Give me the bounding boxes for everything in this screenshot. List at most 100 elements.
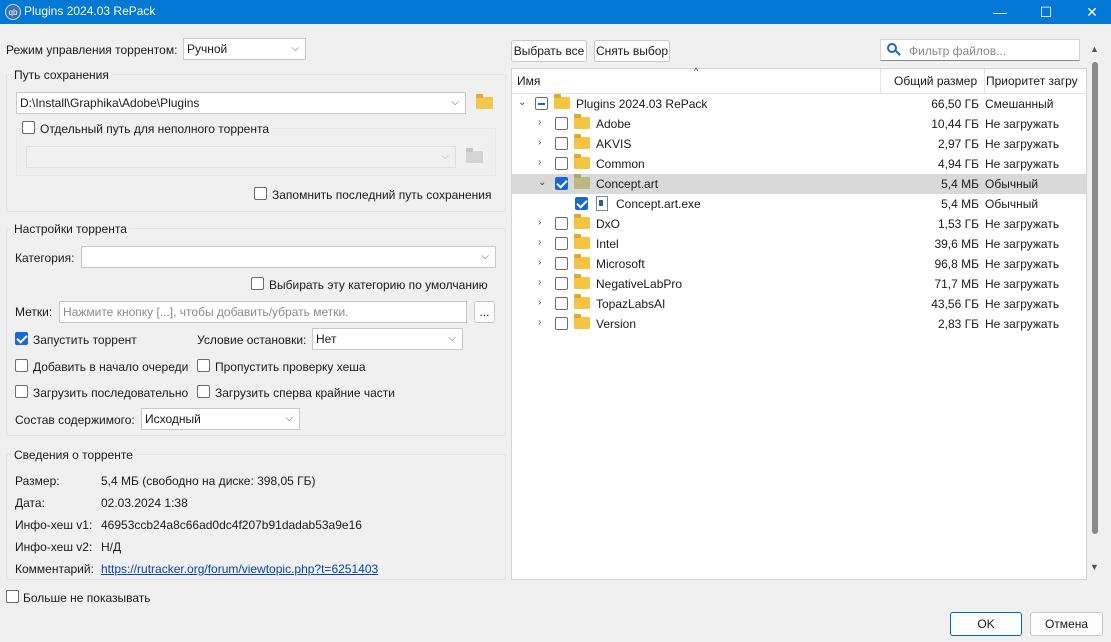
skip-hash-checkbox[interactable] bbox=[197, 359, 210, 372]
scrollbar-thumb[interactable] bbox=[1092, 62, 1098, 534]
remember-path-label: Запомнить последний путь сохранения bbox=[272, 188, 492, 202]
tags-edit-button[interactable]: ... bbox=[474, 301, 495, 323]
row-checkbox[interactable] bbox=[555, 257, 568, 270]
category-select[interactable]: ⌵ bbox=[81, 246, 496, 268]
cancel-button[interactable]: Отмена bbox=[1030, 612, 1103, 636]
save-path-input[interactable]: D:\Install\Graphika\Adobe\Plugins ⌵ bbox=[16, 92, 466, 114]
file-tree[interactable]: Имя ^ Общий размер Приоритет загру ⌄ Plu… bbox=[511, 66, 1087, 580]
row-checkbox[interactable] bbox=[535, 97, 548, 110]
row-checkbox[interactable] bbox=[555, 137, 568, 150]
row-checkbox[interactable] bbox=[555, 237, 568, 250]
expand-arrow-icon[interactable]: › bbox=[538, 237, 548, 248]
comment-link[interactable]: https://rutracker.org/forum/viewtopic.ph… bbox=[101, 562, 378, 576]
dont-show-again-checkbox[interactable] bbox=[6, 590, 19, 603]
row-checkbox[interactable] bbox=[555, 277, 568, 290]
tree-row[interactable]: › Common 4,94 ГБ Не загружать bbox=[512, 154, 1086, 174]
default-category-checkbox[interactable] bbox=[251, 277, 264, 290]
file-filter-input[interactable]: Фильтр файлов... bbox=[880, 39, 1080, 61]
folder-icon bbox=[574, 314, 590, 329]
column-header-priority[interactable]: Приоритет загру bbox=[986, 74, 1078, 88]
row-priority: Смешанный bbox=[985, 97, 1054, 111]
tree-row[interactable]: › NegativeLabPro 71,7 МБ Не загружать bbox=[512, 274, 1086, 294]
collapse-arrow-icon[interactable]: ⌄ bbox=[538, 177, 548, 188]
browse-folder-button[interactable] bbox=[474, 92, 494, 114]
separate-path-label: Отдельный путь для неполного торрента bbox=[38, 122, 272, 136]
row-checkbox[interactable] bbox=[555, 157, 568, 170]
sort-ascending-icon: ^ bbox=[694, 66, 699, 76]
add-top-queue-checkbox[interactable] bbox=[15, 359, 28, 372]
minimize-button[interactable]: — bbox=[977, 0, 1023, 24]
select-none-button[interactable]: Снять выбор bbox=[594, 40, 670, 62]
row-size: 10,44 ГБ bbox=[931, 117, 979, 131]
column-divider[interactable] bbox=[880, 69, 881, 93]
row-checkbox[interactable] bbox=[575, 197, 588, 210]
tree-row[interactable]: › Intel 39,6 МБ Не загружать bbox=[512, 234, 1086, 254]
expand-arrow-icon[interactable]: › bbox=[538, 297, 548, 308]
row-name: Microsoft bbox=[596, 257, 645, 271]
info-hash-v1-label: Инфо-хеш v1: bbox=[15, 518, 93, 532]
tags-input[interactable]: Нажмите кнопку [...], чтобы добавить/убр… bbox=[59, 301, 467, 323]
row-priority: Не загружать bbox=[985, 317, 1060, 331]
scroll-up-arrow-icon[interactable]: ▲ bbox=[1090, 44, 1099, 54]
maximize-button[interactable]: ☐ bbox=[1023, 0, 1069, 24]
comment-label: Комментарий: bbox=[15, 562, 94, 576]
content-layout-value: Исходный bbox=[145, 412, 201, 426]
folder-icon bbox=[476, 94, 493, 109]
row-checkbox[interactable] bbox=[555, 117, 568, 130]
folder-icon bbox=[466, 148, 483, 163]
expand-arrow-icon[interactable]: › bbox=[538, 137, 548, 148]
sequential-download-checkbox[interactable] bbox=[15, 385, 28, 398]
row-name: Concept.art bbox=[596, 177, 659, 191]
row-name: Concept.art.exe bbox=[616, 197, 701, 211]
content-layout-select[interactable]: Исходный ⌵ bbox=[141, 408, 300, 430]
expand-arrow-icon[interactable]: › bbox=[538, 317, 548, 328]
row-checkbox[interactable] bbox=[555, 297, 568, 310]
incomplete-path-input[interactable]: ⌵ bbox=[26, 146, 456, 168]
first-last-pieces-checkbox[interactable] bbox=[197, 385, 210, 398]
browse-incomplete-folder-button[interactable] bbox=[464, 146, 484, 168]
folder-icon bbox=[574, 234, 590, 249]
remember-path-checkbox[interactable] bbox=[254, 187, 267, 200]
tree-row[interactable]: › Version 2,83 ГБ Не загружать bbox=[512, 314, 1086, 334]
separate-path-checkbox[interactable] bbox=[22, 121, 35, 134]
tree-row[interactable]: › Microsoft 96,8 МБ Не загружать bbox=[512, 254, 1086, 274]
column-divider[interactable] bbox=[984, 69, 985, 93]
expand-arrow-icon[interactable]: › bbox=[538, 277, 548, 288]
start-torrent-checkbox[interactable] bbox=[15, 332, 28, 345]
row-checkbox[interactable] bbox=[555, 217, 568, 230]
ok-button[interactable]: OK bbox=[950, 612, 1022, 636]
column-header-name[interactable]: Имя bbox=[517, 74, 540, 88]
stop-condition-label: Условие остановки: bbox=[197, 333, 307, 347]
exe-file-icon bbox=[596, 196, 608, 211]
row-checkbox[interactable] bbox=[555, 177, 568, 190]
folder-icon bbox=[574, 114, 590, 129]
row-name: Intel bbox=[596, 237, 619, 251]
stop-condition-select[interactable]: Нет ⌵ bbox=[312, 328, 463, 350]
select-all-button[interactable]: Выбрать все bbox=[511, 40, 587, 62]
scroll-down-arrow-icon[interactable]: ▼ bbox=[1090, 562, 1099, 572]
tree-row[interactable]: › Adobe 10,44 ГБ Не загружать bbox=[512, 114, 1086, 134]
torrent-mode-select[interactable]: Ручной ⌵ bbox=[183, 38, 306, 60]
folder-icon bbox=[574, 294, 590, 309]
tree-row-root[interactable]: ⌄ Plugins 2024.03 RePack 66,50 ГБ Смешан… bbox=[512, 94, 1086, 114]
row-priority: Не загружать bbox=[985, 137, 1060, 151]
stop-condition-value: Нет bbox=[316, 332, 337, 346]
column-header-size[interactable]: Общий размер bbox=[894, 74, 977, 88]
folder-icon bbox=[574, 214, 590, 229]
expand-arrow-icon[interactable]: › bbox=[538, 157, 548, 168]
close-button[interactable]: ✕ bbox=[1069, 0, 1111, 24]
row-checkbox[interactable] bbox=[555, 317, 568, 330]
expand-arrow-icon[interactable]: › bbox=[538, 257, 548, 268]
row-priority: Не загружать bbox=[985, 217, 1060, 231]
tree-row[interactable]: › TopazLabsAI 43,56 ГБ Не загружать bbox=[512, 294, 1086, 314]
row-size: 39,6 МБ bbox=[934, 237, 979, 251]
tree-row[interactable]: › AKVIS 2,97 ГБ Не загружать bbox=[512, 134, 1086, 154]
expand-arrow-icon[interactable]: › bbox=[538, 217, 548, 228]
search-icon bbox=[887, 43, 901, 57]
tree-row[interactable]: › DxO 1,53 ГБ Не загружать bbox=[512, 214, 1086, 234]
tree-row-selected[interactable]: ⌄ Concept.art 5,4 МБ Обычный bbox=[512, 174, 1086, 194]
expand-arrow-icon[interactable]: › bbox=[538, 117, 548, 128]
tree-row-file[interactable]: Concept.art.exe 5,4 МБ Обычный bbox=[512, 194, 1086, 214]
collapse-arrow-icon[interactable]: ⌄ bbox=[518, 97, 528, 108]
vertical-scrollbar[interactable]: ▲ ▼ bbox=[1088, 40, 1102, 580]
